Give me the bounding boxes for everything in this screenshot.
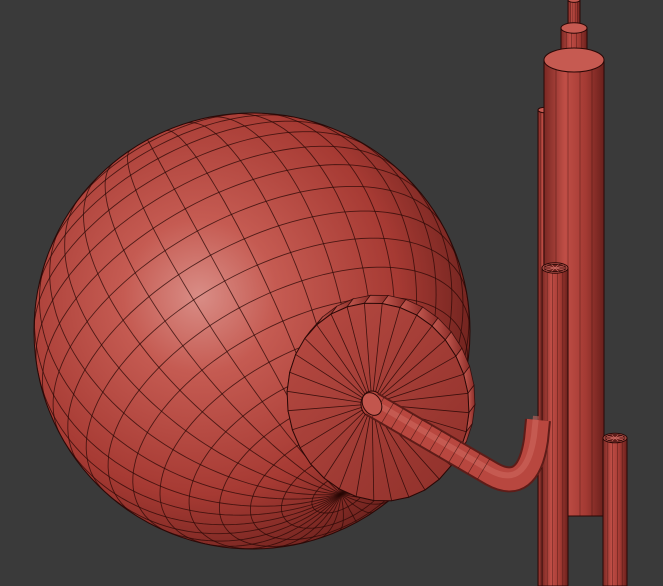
- 3d-viewport[interactable]: [0, 0, 663, 586]
- vertical-pole-cluster: [537, 0, 628, 586]
- scene-render: [33, 0, 628, 586]
